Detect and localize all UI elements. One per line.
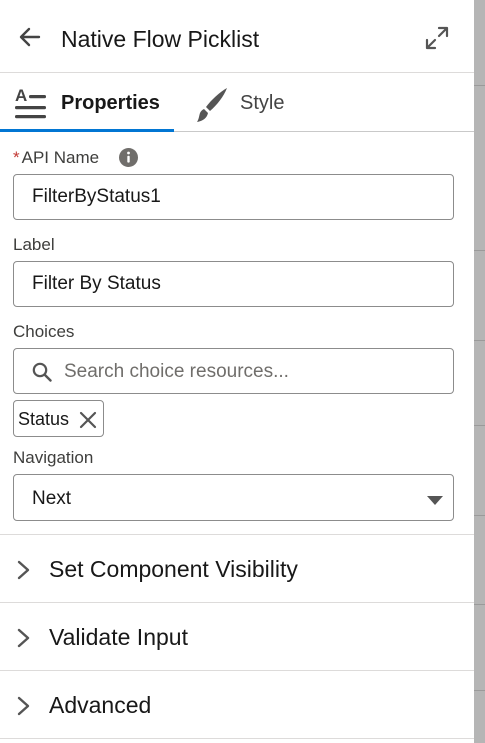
chevron-right-icon — [16, 559, 32, 581]
panel-header: Native Flow Picklist — [0, 0, 474, 73]
required-indicator: * — [13, 148, 20, 167]
section-title: Advanced — [49, 692, 152, 718]
tab-properties[interactable]: A Properties — [0, 73, 174, 132]
section-validate-input[interactable]: Validate Input — [0, 602, 474, 670]
api-name-label-text: API Name — [21, 148, 100, 167]
choice-pill[interactable]: Status — [13, 400, 104, 437]
tab-properties-label: Properties — [61, 92, 160, 114]
divider — [0, 738, 474, 739]
navigation-select[interactable]: Next — [13, 474, 454, 521]
section-set-component-visibility[interactable]: Set Component Visibility — [0, 534, 474, 602]
navigation-select-value: Next — [32, 488, 72, 509]
label-input[interactable] — [13, 261, 454, 307]
choices-search-input[interactable] — [62, 350, 446, 394]
tab-style[interactable]: Style — [188, 73, 298, 131]
section-advanced[interactable]: Advanced — [0, 670, 474, 738]
info-icon[interactable] — [119, 148, 138, 167]
expand-icon[interactable] — [424, 25, 450, 51]
tab-style-label: Style — [240, 92, 285, 114]
panel-title: Native Flow Picklist — [61, 26, 260, 52]
choice-pill-label: Status — [18, 409, 70, 429]
chevron-right-icon — [16, 627, 32, 649]
svg-text:A: A — [15, 86, 27, 105]
label-field-label: Label — [13, 235, 55, 254]
tab-bar: A Properties Style — [0, 73, 474, 132]
brush-icon — [192, 86, 230, 129]
close-icon[interactable] — [78, 410, 98, 430]
choices-search-box — [13, 348, 454, 394]
api-name-label: * API Name — [13, 148, 99, 168]
text-lines-icon: A — [14, 86, 48, 127]
api-name-input[interactable] — [13, 174, 454, 220]
navigation-label: Navigation — [13, 448, 94, 467]
chevron-down-icon — [426, 493, 444, 505]
scrollbar[interactable] — [474, 0, 485, 743]
section-title: Set Component Visibility — [49, 556, 298, 582]
choices-label: Choices — [13, 322, 75, 341]
section-title: Validate Input — [49, 624, 188, 650]
back-arrow-icon[interactable] — [17, 25, 43, 49]
flow-properties-panel: Native Flow Picklist A Properties Style … — [0, 0, 474, 743]
chevron-right-icon — [16, 695, 32, 717]
search-icon — [32, 362, 52, 382]
